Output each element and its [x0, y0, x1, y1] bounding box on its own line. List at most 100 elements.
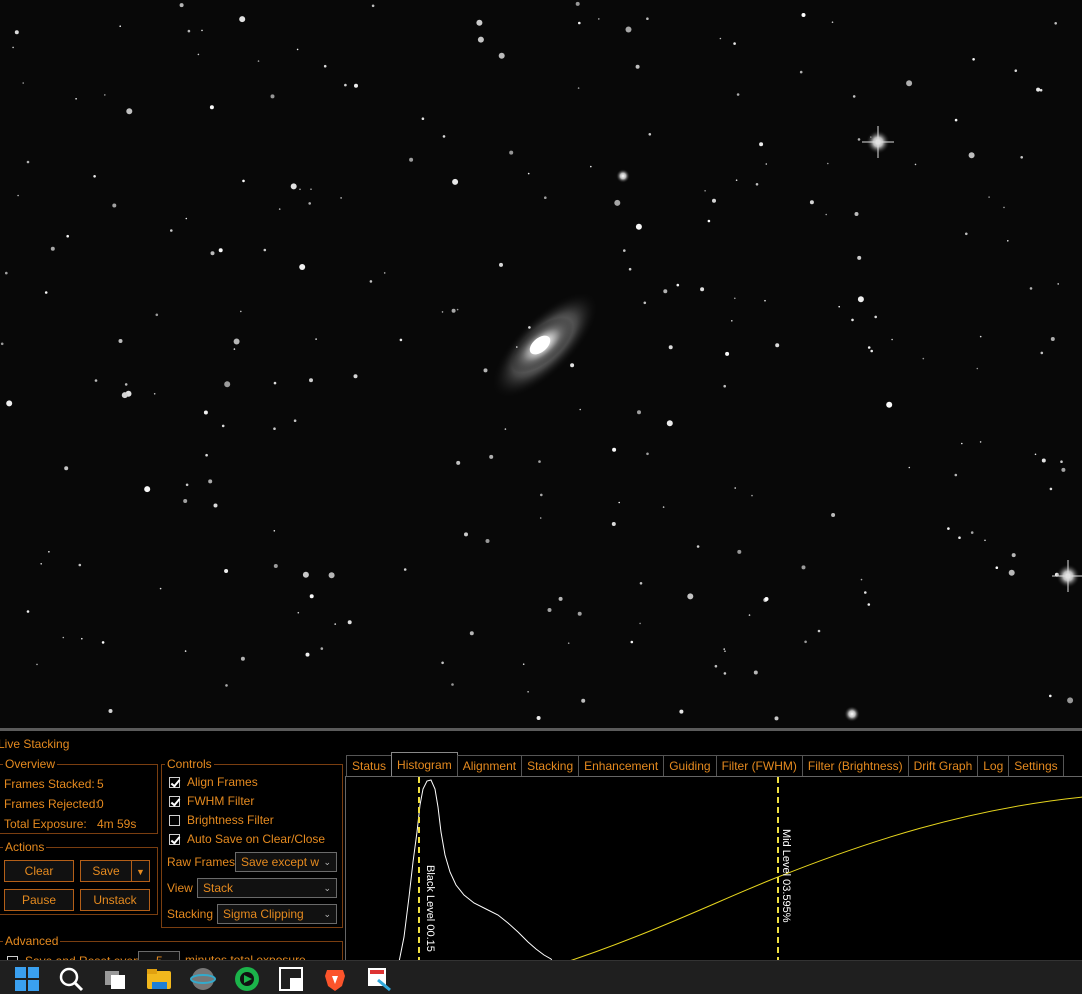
checkbox-checked-icon	[169, 795, 180, 807]
star	[210, 251, 215, 256]
auto-save-label: Auto Save on Clear/Close	[187, 832, 326, 846]
tab-stacking[interactable]: Stacking	[521, 755, 580, 776]
star	[857, 255, 862, 260]
star	[94, 379, 98, 382]
star	[801, 13, 806, 17]
star	[187, 29, 191, 33]
star	[6, 400, 13, 407]
star	[687, 593, 694, 600]
star	[544, 196, 547, 199]
search-icon[interactable]	[58, 966, 84, 992]
view-label: View	[167, 881, 193, 895]
star	[483, 368, 488, 373]
save-dropdown-button[interactable]: ▼	[131, 860, 150, 882]
tab-filter-brightness[interactable]: Filter (Brightness)	[801, 755, 909, 776]
snipping-tool-icon[interactable]	[366, 966, 392, 992]
save-button[interactable]: Save	[80, 860, 132, 882]
star	[611, 522, 616, 526]
star	[185, 483, 189, 487]
windows-start-icon[interactable]	[14, 966, 40, 992]
frames-stacked-value: 5	[97, 777, 104, 791]
star	[979, 441, 982, 443]
mid-level-label: Mid Level 03.595%	[780, 829, 792, 923]
star	[804, 640, 807, 644]
pause-button[interactable]: Pause	[4, 889, 74, 911]
clear-button[interactable]: Clear	[4, 860, 74, 882]
star	[630, 640, 634, 644]
star	[751, 494, 753, 497]
checkbox-checked-icon	[169, 776, 180, 788]
star	[679, 709, 684, 714]
tab-histogram[interactable]: Histogram	[391, 752, 458, 776]
tab-status[interactable]: Status	[346, 755, 393, 776]
brightness-filter-checkbox[interactable]: Brightness Filter	[169, 812, 274, 828]
star	[12, 46, 14, 49]
star	[1061, 467, 1066, 472]
tab-filter-fwhm[interactable]: Filter (FWHM)	[715, 755, 803, 776]
tab-enhancement[interactable]: Enhancement	[578, 755, 665, 776]
bright-stars	[616, 126, 1082, 722]
star	[233, 338, 240, 345]
star	[870, 349, 873, 353]
star	[635, 223, 642, 230]
star	[864, 591, 867, 594]
chevron-down-icon: ⌄	[323, 883, 331, 893]
star	[36, 663, 38, 666]
star	[64, 466, 69, 471]
star	[1007, 240, 1009, 242]
star	[309, 378, 313, 383]
star	[93, 175, 96, 178]
view-select[interactable]: Stack ⌄	[197, 878, 337, 898]
stacking-select[interactable]: Sigma Clipping ⌄	[217, 904, 337, 924]
star	[922, 357, 925, 360]
media-player-icon[interactable]	[234, 966, 260, 992]
star	[441, 311, 444, 313]
tab-drift-graph[interactable]: Drift Graph	[907, 755, 979, 776]
star	[354, 83, 358, 88]
raw-frames-select[interactable]: Save except w ⌄	[235, 852, 337, 872]
star	[628, 267, 632, 271]
star	[874, 315, 877, 319]
star	[299, 264, 306, 270]
star	[860, 578, 863, 581]
tab-guiding[interactable]: Guiding	[663, 755, 717, 776]
tab-alignment[interactable]: Alignment	[456, 755, 523, 776]
star	[539, 517, 542, 519]
star	[476, 19, 483, 26]
star	[854, 212, 859, 216]
app-icon[interactable]	[190, 966, 216, 992]
star	[612, 447, 617, 452]
star	[753, 670, 758, 675]
tab-settings[interactable]: Settings	[1008, 755, 1064, 776]
snap-icon[interactable]	[278, 966, 304, 992]
star	[62, 636, 65, 639]
star	[44, 291, 48, 294]
file-explorer-icon[interactable]	[146, 966, 172, 992]
star	[26, 610, 30, 613]
star	[315, 338, 317, 340]
tab-log[interactable]: Log	[977, 755, 1010, 776]
star	[17, 194, 19, 197]
align-frames-checkbox[interactable]: Align Frames	[169, 774, 258, 790]
star	[1003, 206, 1005, 209]
auto-save-checkbox[interactable]: Auto Save on Clear/Close	[169, 831, 325, 847]
star	[451, 308, 456, 313]
star	[867, 603, 871, 606]
star	[799, 70, 803, 74]
star	[26, 160, 30, 164]
fwhm-filter-checkbox[interactable]: FWHM Filter	[169, 793, 254, 809]
star	[263, 248, 267, 252]
star	[618, 501, 620, 504]
star	[976, 367, 979, 370]
star	[581, 698, 586, 703]
task-view-icon[interactable]	[102, 966, 128, 992]
star	[309, 594, 314, 599]
histogram-chart	[397, 777, 1082, 966]
star	[159, 587, 162, 590]
galaxy	[491, 291, 599, 399]
star	[1011, 553, 1016, 558]
unstack-button[interactable]: Unstack	[80, 889, 150, 911]
star	[719, 37, 722, 40]
brave-browser-icon[interactable]	[322, 966, 348, 992]
star	[310, 188, 312, 190]
